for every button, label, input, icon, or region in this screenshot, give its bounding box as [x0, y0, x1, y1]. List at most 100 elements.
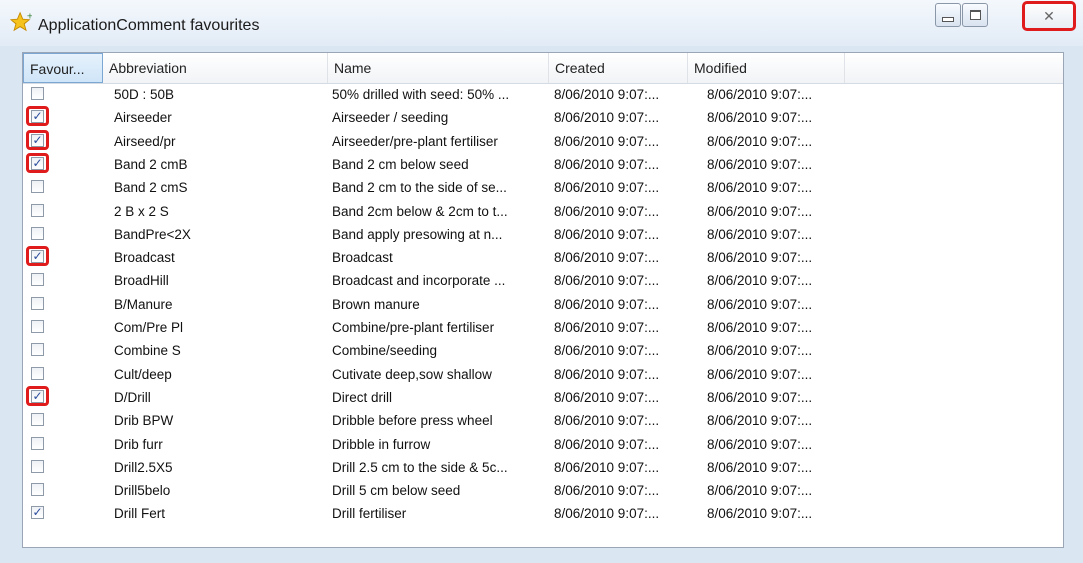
created-cell: 8/06/2010 9:07:... — [554, 343, 660, 359]
abbreviation-cell: Drill2.5X5 — [114, 459, 173, 475]
name-cell: Drill 2.5 cm to the side & 5c... — [332, 459, 508, 475]
abbreviation-cell: BroadHill — [114, 273, 169, 289]
abbreviation-cell: Band 2 cmS — [114, 180, 188, 196]
minimize-icon — [942, 16, 954, 22]
modified-cell: 8/06/2010 9:07:... — [707, 226, 813, 242]
highlight-box — [26, 246, 49, 267]
table-row[interactable]: Drill2.5X5 Drill 2.5 cm to the side & 5c.… — [23, 457, 1063, 478]
abbreviation-cell: B/Manure — [114, 296, 173, 312]
close-button[interactable]: ✕ — [1022, 1, 1076, 31]
table-row[interactable]: 2 B x 2 S Band 2cm below & 2cm to t... 8/0… — [23, 201, 1063, 222]
favourite-checkbox[interactable] — [31, 459, 44, 473]
table-row[interactable]: Band 2 cmS Band 2 cm to the side of se...… — [23, 177, 1063, 198]
created-cell: 8/06/2010 9:07:... — [554, 110, 660, 126]
favourite-checkbox[interactable] — [31, 320, 44, 333]
column-header-created[interactable]: Created — [549, 53, 688, 83]
name-cell: Airseeder/pre-plant fertiliser — [332, 133, 498, 149]
column-header-name[interactable]: Name — [328, 53, 549, 83]
table-row[interactable]: Com/Pre Pl Combine/pre-plant fertiliser 8/… — [23, 317, 1063, 338]
favourite-checkbox[interactable] — [31, 343, 44, 357]
name-cell: Band apply presowing at n... — [332, 226, 503, 242]
created-cell: 8/06/2010 9:07:... — [554, 483, 660, 499]
table-row[interactable]: 50D : 50B 50% drilled with seed: 50% ... 8… — [23, 84, 1063, 105]
column-header-favourite[interactable]: Favour... — [23, 53, 103, 83]
abbreviation-cell: D/Drill — [114, 389, 151, 405]
name-cell: Direct drill — [332, 389, 393, 405]
modified-cell: 8/06/2010 9:07:... — [707, 459, 813, 475]
minimize-button[interactable] — [935, 3, 961, 27]
abbreviation-cell: Airseeder — [114, 110, 172, 126]
name-cell: Band 2cm below & 2cm to t... — [332, 203, 508, 219]
table-row[interactable]: Drib furr Dribble in furrow 8/06/2010 9:07… — [23, 434, 1063, 455]
table-row[interactable]: B/Manure Brown manure 8/06/2010 9:07:... 8/… — [23, 294, 1063, 315]
created-cell: 8/06/2010 9:07:... — [554, 87, 660, 102]
abbreviation-cell: Drib furr — [114, 436, 163, 452]
created-cell: 8/06/2010 9:07:... — [554, 250, 660, 266]
created-cell: 8/06/2010 9:07:... — [554, 436, 660, 452]
favourite-checkbox[interactable] — [31, 436, 44, 450]
column-header-abbreviation[interactable]: Abbreviation — [103, 53, 328, 83]
highlight-box — [26, 385, 49, 406]
app-window: + ApplicationComment favourites ✕ Favour… — [0, 0, 1083, 563]
name-cell: Combine/pre-plant fertiliser — [332, 320, 495, 335]
name-cell: Drill fertiliser — [332, 506, 407, 522]
favourite-checkbox[interactable]: ✓ — [31, 506, 44, 520]
created-cell: 8/06/2010 9:07:... — [554, 459, 660, 475]
modified-cell: 8/06/2010 9:07:... — [707, 320, 813, 335]
favourite-checkbox[interactable] — [31, 483, 44, 497]
title-bar[interactable]: + ApplicationComment favourites ✕ — [0, 0, 1083, 46]
favourite-checkbox[interactable] — [31, 203, 44, 217]
favourite-checkbox[interactable] — [31, 413, 44, 427]
name-cell: 50% drilled with seed: 50% ... — [332, 87, 510, 102]
close-icon: ✕ — [1043, 8, 1055, 24]
abbreviation-cell: BandPre<2X — [114, 226, 191, 242]
highlight-box — [26, 129, 49, 150]
abbreviation-cell: Combine S — [114, 343, 181, 359]
table-row[interactable]: ✓ Drill Fert Drill fertiliser 8/06/2010 9:0… — [23, 503, 1063, 524]
abbreviation-cell: Band 2 cmB — [114, 156, 188, 172]
created-cell: 8/06/2010 9:07:... — [554, 506, 660, 522]
star-icon: + — [10, 11, 32, 32]
favourite-checkbox[interactable] — [31, 87, 44, 100]
abbreviation-cell: Cult/deep — [114, 366, 172, 382]
table-row[interactable]: ✓ Broadcast Broadcast 8/06/2010 9:07:... 8/0… — [23, 246, 1063, 268]
table-row[interactable]: BandPre<2X Band apply presowing at n... 8/… — [23, 224, 1063, 245]
favourite-checkbox[interactable] — [31, 366, 44, 380]
name-cell: Drill 5 cm below seed — [332, 483, 461, 499]
abbreviation-cell: Airseed/pr — [114, 133, 176, 149]
table-row[interactable]: Combine S Combine/seeding 8/06/2010 9:07:.… — [23, 340, 1063, 361]
column-header-modified[interactable]: Modified — [688, 53, 845, 83]
created-cell: 8/06/2010 9:07:... — [554, 180, 660, 196]
abbreviation-cell: Broadcast — [114, 250, 175, 266]
table-row[interactable]: ✓ Airseeder Airseeder / seeding 8/06/2010 9… — [23, 106, 1063, 128]
name-cell: Broadcast — [332, 250, 393, 266]
table-row[interactable]: ✓ Band 2 cmB Band 2 cm below seed 8/06/2010… — [23, 152, 1063, 175]
created-cell: 8/06/2010 9:07:... — [554, 320, 660, 335]
created-cell: 8/06/2010 9:07:... — [554, 203, 660, 219]
table-row[interactable]: BroadHill Broadcast and incorporate ... 8/… — [23, 270, 1063, 291]
name-cell: Dribble in furrow — [332, 436, 431, 452]
name-cell: Broadcast and incorporate ... — [332, 273, 506, 289]
table-row[interactable]: Drill5belo Drill 5 cm below seed 8/06/2010… — [23, 480, 1063, 501]
modified-cell: 8/06/2010 9:07:... — [707, 413, 813, 429]
name-cell: Dribble before press wheel — [332, 413, 493, 429]
favourites-grid[interactable]: Favour... Abbreviation Name Created Modi… — [22, 52, 1064, 548]
maximize-button[interactable] — [962, 3, 988, 27]
table-row[interactable]: ✓ Airseed/pr Airseeder/pre-plant fertilise… — [23, 129, 1063, 152]
table-row[interactable]: Drib BPW Dribble before press wheel 8/06/2… — [23, 410, 1063, 431]
modified-cell: 8/06/2010 9:07:... — [707, 110, 813, 126]
modified-cell: 8/06/2010 9:07:... — [707, 180, 813, 196]
name-cell: Combine/seeding — [332, 343, 438, 359]
modified-cell: 8/06/2010 9:07:... — [707, 483, 813, 499]
created-cell: 8/06/2010 9:07:... — [554, 413, 660, 429]
column-header-filler — [845, 53, 1063, 83]
favourite-checkbox[interactable] — [31, 180, 44, 194]
created-cell: 8/06/2010 9:07:... — [554, 366, 660, 382]
table-row[interactable]: Cult/deep Cutivate deep,sow shallow 8/06/2… — [23, 364, 1063, 385]
favourite-checkbox[interactable] — [31, 226, 44, 240]
created-cell: 8/06/2010 9:07:... — [554, 296, 660, 312]
favourite-checkbox[interactable] — [31, 296, 44, 310]
favourite-checkbox[interactable] — [31, 273, 44, 287]
highlight-box — [26, 152, 49, 173]
table-row[interactable]: ✓ D/Drill Direct drill 8/06/2010 9:07:... 8/… — [23, 385, 1063, 408]
